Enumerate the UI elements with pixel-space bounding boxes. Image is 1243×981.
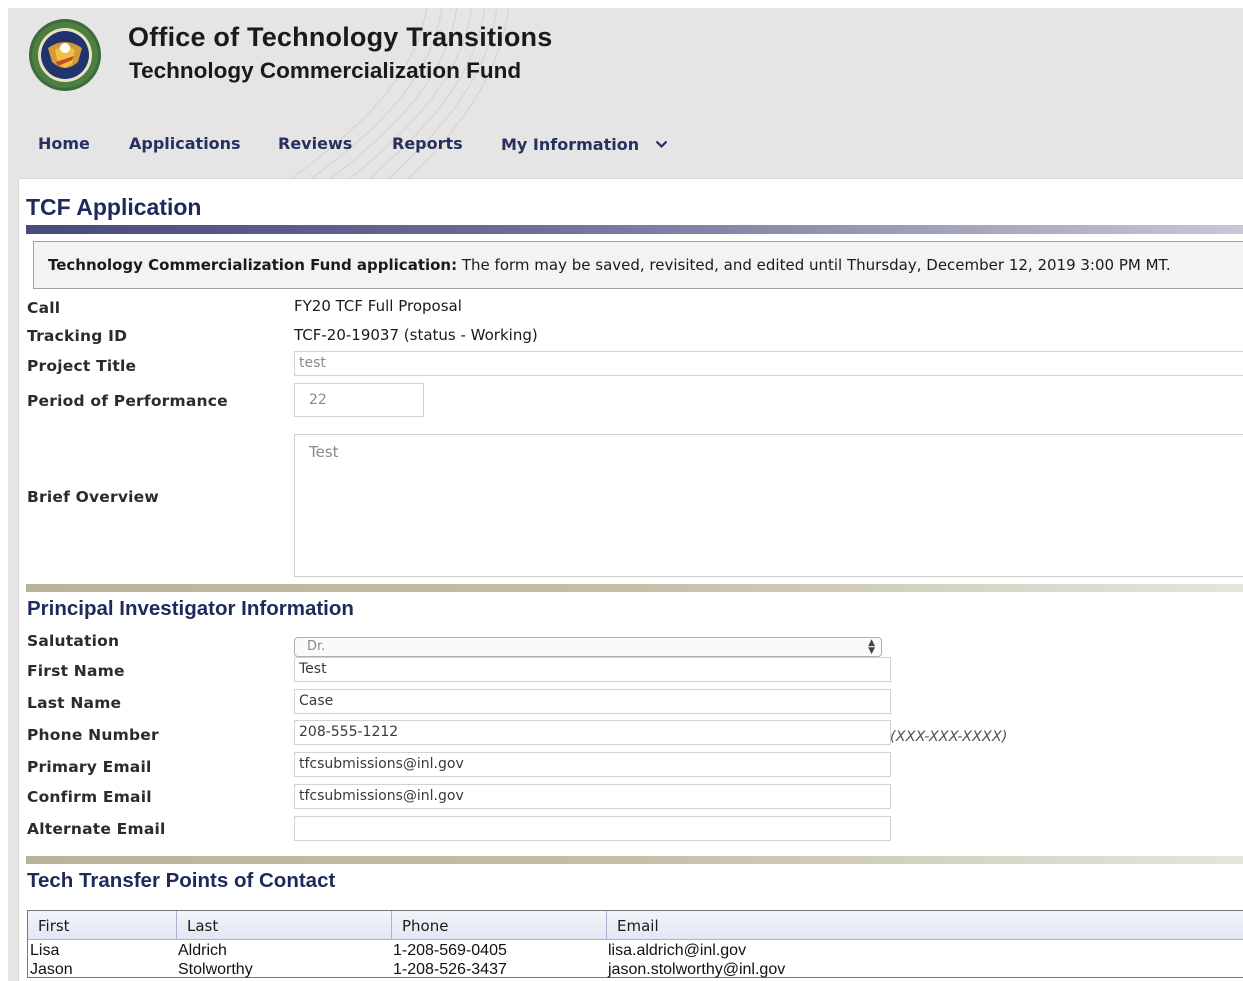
project-title-label: Project Title	[27, 357, 137, 375]
page-frame: Office of Technology Transitions Technol…	[8, 8, 1243, 981]
phone-number-label: Phone Number	[27, 726, 159, 744]
cell-phone: 1-208-569-0405	[393, 942, 507, 959]
tracking-id-label: Tracking ID	[27, 327, 128, 345]
confirm-email-input[interactable]: tfcsubmissions@inl.gov	[294, 784, 891, 809]
section-divider	[26, 856, 1243, 864]
cell-email: jason.stolworthy@inl.gov	[608, 961, 786, 978]
poc-section-title: Tech Transfer Points of Contact	[27, 869, 336, 892]
chevron-down-icon	[655, 134, 668, 153]
call-value: FY20 TCF Full Proposal	[294, 297, 462, 315]
cell-last: Aldrich	[178, 942, 227, 959]
notice-text: The form may be saved, revisited, and ed…	[457, 256, 1171, 274]
nav-reports[interactable]: Reports	[392, 134, 463, 153]
site-subtitle: Technology Commercialization Fund	[129, 58, 522, 83]
pi-section-title: Principal Investigator Information	[27, 597, 354, 620]
page-title: TCF Application	[26, 194, 202, 220]
poc-table: First Last Phone Email Lisa Aldrich 1-20…	[27, 910, 1243, 978]
site-title: Office of Technology Transitions	[128, 22, 553, 52]
cell-email: lisa.aldrich@inl.gov	[608, 942, 747, 959]
site-header: Office of Technology Transitions Technol…	[8, 8, 1243, 188]
doe-seal-icon	[29, 19, 101, 91]
select-arrows-icon: ▲ ▼	[868, 638, 875, 656]
nav-home[interactable]: Home	[38, 134, 90, 153]
brief-overview-textarea[interactable]: Test	[294, 434, 1243, 577]
period-of-performance-label: Period of Performance	[27, 392, 228, 410]
first-name-label: First Name	[27, 662, 125, 680]
title-divider	[26, 225, 1243, 234]
column-header-email[interactable]: Email	[606, 911, 659, 940]
phone-number-input[interactable]: 208-555-1212	[294, 720, 891, 745]
brief-overview-label: Brief Overview	[27, 488, 159, 506]
salutation-selected-value: Dr.	[307, 639, 326, 654]
alternate-email-label: Alternate Email	[27, 820, 166, 838]
cell-last: Stolworthy	[178, 961, 253, 978]
project-title-input[interactable]: test	[294, 351, 1243, 376]
column-header-phone[interactable]: Phone	[391, 911, 448, 940]
alternate-email-input[interactable]	[294, 816, 891, 841]
primary-email-label: Primary Email	[27, 758, 152, 776]
nav-applications[interactable]: Applications	[129, 134, 241, 153]
tracking-id-value: TCF-20-19037 (status - Working)	[294, 326, 538, 344]
content-panel: TCF Application Technology Commercializa…	[18, 178, 1243, 981]
first-name-input[interactable]: Test	[294, 657, 891, 682]
last-name-label: Last Name	[27, 694, 122, 712]
primary-email-input[interactable]: tfcsubmissions@inl.gov	[294, 752, 891, 777]
confirm-email-label: Confirm Email	[27, 788, 152, 806]
cell-first: Lisa	[30, 942, 60, 959]
cell-phone: 1-208-526-3437	[393, 961, 507, 978]
cell-first: Jason	[30, 961, 73, 978]
salutation-label: Salutation	[27, 632, 120, 650]
call-label: Call	[27, 299, 61, 317]
column-header-last[interactable]: Last	[176, 911, 218, 940]
phone-format-hint: (XXX-XXX-XXXX)	[890, 729, 1008, 745]
salutation-select[interactable]: Dr. ▲ ▼	[294, 637, 882, 657]
section-divider	[26, 584, 1243, 592]
nav-my-information[interactable]: My Information	[501, 134, 668, 154]
nav-reviews[interactable]: Reviews	[278, 134, 352, 153]
last-name-input[interactable]: Case	[294, 689, 891, 714]
poc-table-header: First Last Phone Email	[28, 911, 1243, 940]
nav-my-information-label: My Information	[501, 135, 640, 154]
period-of-performance-input[interactable]: 22	[294, 383, 424, 417]
column-header-first[interactable]: First	[28, 911, 70, 940]
notice-heading: Technology Commercialization Fund applic…	[48, 256, 458, 274]
deadline-notice: Technology Commercialization Fund applic…	[33, 241, 1243, 289]
